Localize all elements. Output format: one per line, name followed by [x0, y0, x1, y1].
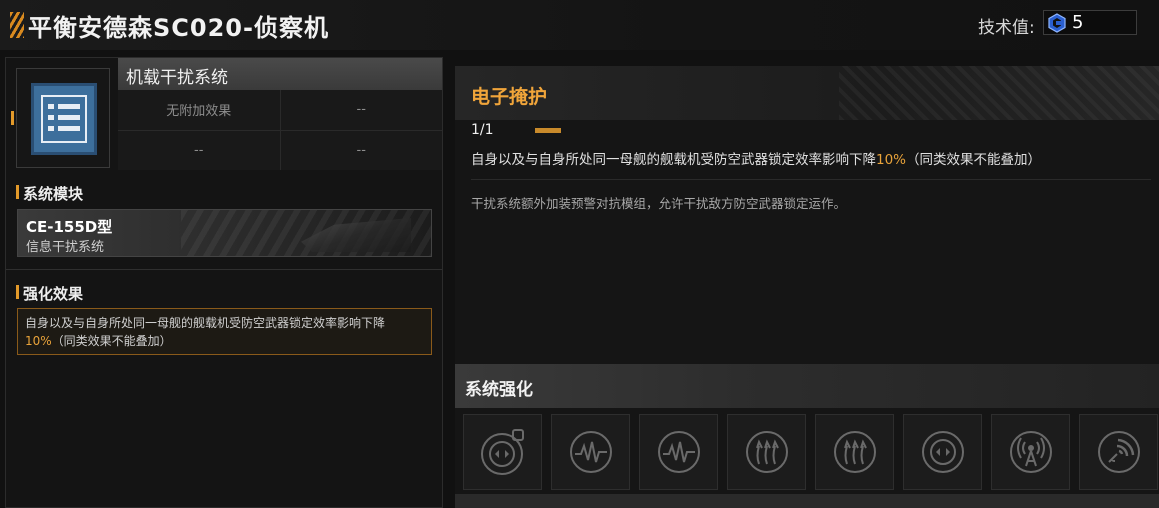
skill-desc-text: 自身以及与自身所处同一母舰的舰载机受防空武器锁定效率影响下降: [471, 152, 876, 168]
tech-value: 5: [1072, 12, 1084, 33]
title-bar: 平衡安德森SC020-侦察机 技术值: 5: [0, 0, 1159, 50]
module-model: CE-155D型: [26, 218, 113, 236]
effect-cell: --: [280, 130, 442, 170]
upgrade-slot-2[interactable]: [551, 414, 630, 490]
module-type: 信息干扰系统: [26, 240, 105, 255]
module-name: 机载干扰系统: [126, 68, 228, 88]
upgrade-slot-4[interactable]: [727, 414, 806, 490]
page-title: 平衡安德森SC020-侦察机: [28, 14, 329, 42]
skill-desc-value: 10%: [876, 152, 907, 168]
module-name-bar: 机载干扰系统: [118, 58, 442, 90]
divider: [6, 269, 442, 270]
upgrade-slot-7[interactable]: [991, 414, 1070, 490]
title-accent-stripes: [10, 12, 24, 38]
triple-arrow-up-icon: [745, 431, 788, 473]
tech-value-box: 5: [1043, 10, 1137, 35]
broadcast-tower-icon: [1009, 431, 1052, 473]
effect-cell: --: [118, 130, 280, 170]
radar-sweep-icon: [1097, 431, 1140, 473]
system-module-header: 系统模块: [16, 183, 83, 204]
upgrade-slot-8[interactable]: [1079, 414, 1158, 490]
system-module-card[interactable]: CE-155D型 信息干扰系统: [17, 209, 432, 257]
skill-level: 1/1: [471, 122, 494, 138]
signal-wave-icon: [657, 431, 700, 473]
skill-level-bar: [535, 128, 561, 133]
effect-cell: 无附加效果: [118, 90, 280, 130]
module-list-icon: [31, 83, 97, 155]
skill-separator: [471, 179, 1151, 180]
upgrade-slots: [463, 414, 1158, 490]
skill-desc-note: （同类效果不能叠加）: [906, 152, 1042, 168]
bottom-strip: [455, 494, 1159, 508]
enhancement-note: （同类效果不能叠加）: [51, 334, 172, 348]
skill-title: 电子掩护: [471, 86, 548, 108]
enhancement-box: 自身以及与自身所处同一母舰的舰载机受防空武器锁定效率影响下降 10%（同类效果不…: [17, 308, 432, 355]
system-upgrade-header: 系统强化: [455, 364, 1159, 408]
module-icon-frame[interactable]: [11, 68, 110, 168]
upgrade-slot-1[interactable]: [463, 414, 542, 490]
effect-cell: --: [280, 90, 442, 130]
skill-description: 自身以及与自身所处同一母舰的舰载机受防空武器锁定效率影响下降10%（同类效果不能…: [471, 148, 1041, 168]
upgrade-slot-3[interactable]: [639, 414, 718, 490]
tech-point-icon: [1048, 13, 1066, 33]
enhancement-text: 自身以及与自身所处同一母舰的舰载机受防空武器锁定效率影响下降: [25, 316, 386, 330]
module-info-panel: 机载干扰系统 无附加效果 -- -- -- 系统模块 CE-155D型 信息干扰…: [5, 57, 443, 508]
enhancement-value: 10%: [25, 334, 52, 348]
skill-detail-panel: 电子掩护 1/1 自身以及与自身所处同一母舰的舰载机受防空武器锁定效率影响下降1…: [455, 66, 1159, 508]
effect-grid: 无附加效果 -- -- --: [118, 90, 442, 170]
target-radar-icon: [921, 431, 964, 473]
upgrade-slot-6[interactable]: [903, 414, 982, 490]
skill-header: 电子掩护: [455, 66, 1159, 120]
skill-flavor-text: 干扰系统额外加装预警对抗模组，允许干扰敌方防空武器锁定运作。: [471, 196, 847, 211]
signal-wave-icon: [569, 431, 612, 473]
target-radar-lock-icon: [480, 429, 524, 475]
upgrade-slot-5[interactable]: [815, 414, 894, 490]
triple-arrow-up-icon: [833, 431, 876, 473]
tech-value-label: 技术值:: [978, 18, 1035, 38]
list-glyph: [41, 95, 87, 143]
system-upgrade-title: 系统强化: [465, 380, 533, 400]
enhancement-header: 强化效果: [16, 283, 83, 304]
header-pattern: [839, 66, 1159, 120]
selection-tick: [11, 111, 14, 125]
